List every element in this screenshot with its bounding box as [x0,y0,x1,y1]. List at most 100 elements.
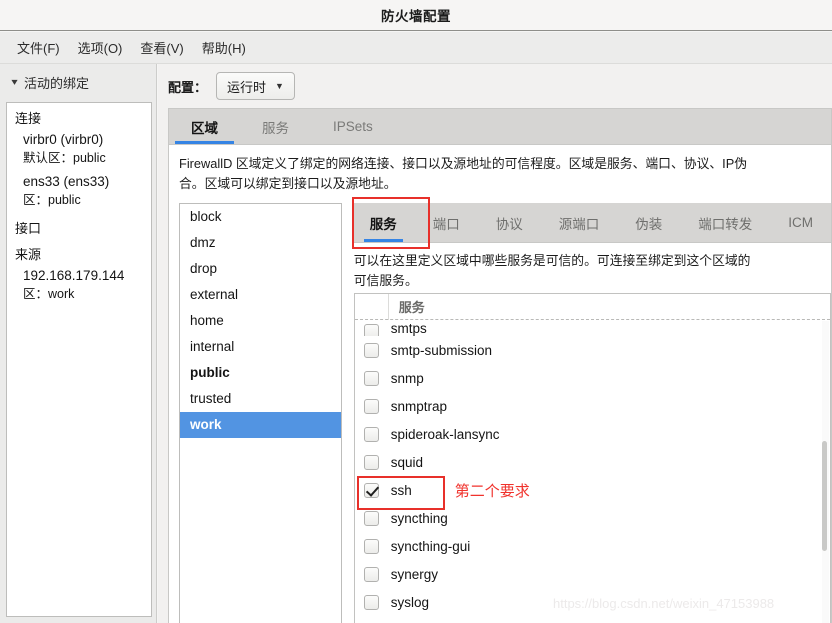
binding-zone-value: public [73,151,106,165]
configuration-row: 配置： 运行时 ▼ [158,64,832,108]
binding-item-ens33[interactable]: ens33 (ens33) 区：public [7,171,151,213]
table-row[interactable]: snmp [355,364,830,392]
inner-tablist: 服务 端口 协议 源端口 伪装 端口转发 ICM [351,197,831,249]
service-name: smtp-submission [390,342,493,358]
service-checkbox[interactable] [363,342,379,358]
zone-item-work[interactable]: work [180,412,341,438]
active-bindings-pane: ▾ 活动的绑定 连接 virbr0 (virbr0) 默认区：public en… [0,64,157,623]
service-checkbox[interactable] [363,454,379,470]
table-row[interactable]: spideroak-lansync [355,420,830,448]
zone-item-dmz[interactable]: dmz [180,230,341,256]
zone-item-home[interactable]: home [180,308,341,334]
tab-ipsets[interactable]: IPSets [311,109,395,144]
service-name: snmp [390,370,424,386]
zone-detail-notebook: 服务 端口 协议 源端口 伪装 端口转发 ICM 可以在这里定义区域中哪些服务是… [351,197,831,623]
service-name: synergy [390,566,439,582]
binding-zone-sep: ： [60,151,74,165]
zone-description: FirewallD 区域定义了绑定的网络连接、接口以及源地址的可信程度。区域是服… [169,145,831,198]
tab-protocols[interactable]: 协议 [478,203,541,242]
table-row[interactable]: syslog [355,588,830,616]
binding-name: virbr0 (virbr0) [23,132,104,147]
configuration-select[interactable]: 运行时 ▼ [216,72,295,100]
service-table[interactable]: 服务 smtps smtp-submission snmp snmptrap s… [353,293,831,623]
zone-item-trusted[interactable]: trusted [180,386,341,412]
zone-list[interactable]: block dmz drop external home internal pu… [179,203,342,623]
bindings-list[interactable]: 连接 virbr0 (virbr0) 默认区：public ens33 (ens… [6,102,152,617]
configuration-label: 配置： [168,79,208,95]
tab-services-inner[interactable]: 服务 [352,203,415,242]
table-row[interactable]: snmptrap [355,392,830,420]
service-table-header: 服务 [354,294,830,320]
tab-masquerade[interactable]: 伪装 [617,203,680,242]
binding-item-source-ip[interactable]: 192.168.179.144 区：work [7,265,151,307]
bindings-group-sources: 来源 [15,247,42,262]
zone-item-block[interactable]: block [180,204,341,230]
outer-notebook: 区域 服务 IPSets FirewallD 区域定义了绑定的网络连接、接口以及… [168,108,832,623]
binding-zone: 区：public [23,191,151,209]
window-titlebar: 防火墙配置 [0,0,832,31]
service-checkbox[interactable] [363,370,379,386]
service-checkbox[interactable] [363,398,379,414]
active-bindings-label: 活动的绑定 [24,75,90,91]
binding-zone: 区：work [23,285,151,303]
service-description-line2: 可信服务。 [353,273,418,288]
service-list-scrollbar[interactable] [822,321,829,623]
firewall-config-window: 防火墙配置 文件(F) 选项(O) 查看(V) 帮助(H) ▾ 活动的绑定 连接… [0,0,832,623]
table-row-ssh[interactable]: ssh 第二个要求 [355,476,830,510]
zone-description-line1: FirewallD 区域定义了绑定的网络连接、接口以及源地址的可信程度。区域是服… [179,156,748,171]
binding-zone: 默认区：public [23,149,151,167]
active-bindings-header[interactable]: ▾ 活动的绑定 [0,64,156,100]
bindings-scrollbar[interactable] [145,104,150,615]
service-checkbox[interactable] [363,426,379,442]
table-row[interactable]: synergy [355,560,830,588]
tab-port-forward[interactable]: 端口转发 [680,203,770,242]
chevron-down-icon: ▾ [11,76,18,88]
service-checkbox-ssh[interactable] [363,482,379,498]
tab-ports[interactable]: 端口 [415,203,478,242]
bindings-group-interfaces: 接口 [15,221,42,236]
service-check-column-header [355,294,389,320]
outer-tablist: 区域 服务 IPSets [169,109,831,145]
service-column-header: 服务 [398,300,425,315]
zone-item-drop[interactable]: drop [180,256,341,282]
menu-file[interactable]: 文件(F) [8,35,69,60]
main-pane: 配置： 运行时 ▼ 区域 服务 IPSets FirewallD 区域定义了绑定… [158,64,832,623]
zone-item-public[interactable]: public [180,360,341,386]
configuration-select-value: 运行时 [227,79,267,95]
service-checkbox[interactable] [363,324,379,336]
service-checkbox[interactable] [363,510,379,526]
chevron-down-icon: ▼ [275,81,284,91]
table-row[interactable]: squid [355,448,830,476]
service-name: syslog [390,594,430,610]
service-name: squid [390,454,424,470]
zone-item-external[interactable]: external [180,282,341,308]
service-checkbox[interactable] [363,538,379,554]
zone-description-line2: 合。区域可以绑定到接口以及源地址。 [179,176,397,191]
menu-options[interactable]: 选项(O) [69,35,132,60]
service-checkbox[interactable] [363,594,379,610]
binding-zone-key: 默认区 [23,151,61,165]
table-row[interactable]: syslog-tls [355,616,830,623]
tab-icmp-filter[interactable]: ICM [770,203,831,242]
binding-item-virbr0[interactable]: virbr0 (virbr0) 默认区：public [7,129,151,171]
binding-name: 192.168.179.144 [23,268,125,283]
tab-source-ports[interactable]: 源端口 [541,203,618,242]
zone-item-internal[interactable]: internal [180,334,341,360]
table-row[interactable]: syncthing [355,504,830,532]
tab-zones[interactable]: 区域 [169,109,240,144]
service-description-line1: 可以在这里定义区域中哪些服务是可信的。可连接至绑定到这个区域的 [353,253,751,268]
binding-zone-key: 区 [23,287,36,301]
service-name: snmptrap [390,398,448,414]
menu-view[interactable]: 查看(V) [131,35,192,60]
tab-services[interactable]: 服务 [240,109,311,144]
service-checkbox[interactable] [363,566,379,582]
binding-zone-value: work [48,287,75,301]
service-description: 可以在这里定义区域中哪些服务是可信的。可连接至绑定到这个区域的 可信服务。 [352,243,831,297]
table-row[interactable]: smtp-submission [355,336,830,364]
service-list-scroll-thumb[interactable] [822,441,827,551]
binding-zone-value: public [48,193,81,207]
table-row[interactable]: syncthing-gui [355,532,830,560]
table-row[interactable]: smtps [355,320,830,336]
service-name: syncthing-gui [390,538,471,554]
menu-help[interactable]: 帮助(H) [193,35,255,60]
